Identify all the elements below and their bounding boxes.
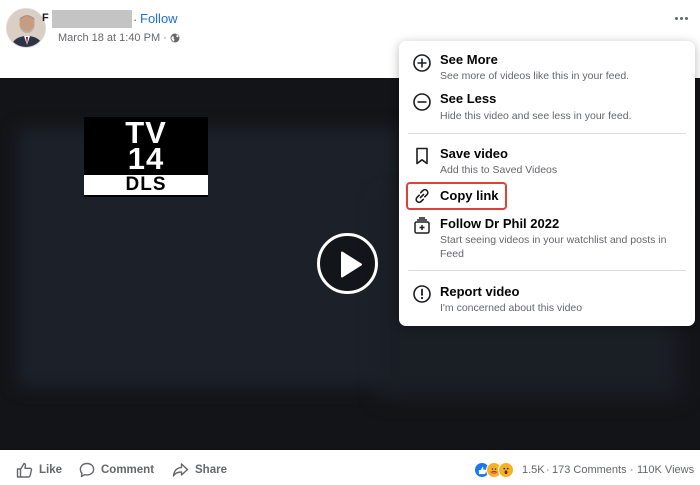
tv-rating-badge: TV 14 DLS <box>84 117 208 197</box>
minus-circle-icon <box>413 93 431 111</box>
menu-item-follow-page[interactable]: Follow Dr Phil 2022 Start seeing videos … <box>399 214 695 264</box>
play-button[interactable] <box>317 233 378 294</box>
menu-item-save-video[interactable]: Save video Add this to Saved Videos <box>399 144 695 180</box>
more-dot <box>679 16 683 20</box>
follow-button[interactable]: Follow <box>140 11 178 26</box>
menu-item-title: See Less <box>440 91 497 106</box>
post-options-menu: See More See more of videos like this in… <box>399 41 695 326</box>
menu-item-description: I'm concerned about this video <box>440 302 583 314</box>
rating-line-descriptors: DLS <box>84 175 208 195</box>
menu-item-title: Copy link <box>440 188 499 203</box>
views-count: 110K Views <box>637 464 695 476</box>
avatar[interactable] <box>6 8 46 48</box>
author-name-initial[interactable]: F <box>42 12 49 24</box>
more-dot <box>684 16 688 20</box>
share-icon <box>172 463 189 477</box>
menu-item-title: Save video <box>440 146 508 161</box>
menu-item-description: Start seeing videos in your watchlist an… <box>440 234 667 260</box>
reaction-icons[interactable] <box>474 462 514 478</box>
rating-line-number: 14 <box>127 141 165 176</box>
globe-icon[interactable] <box>170 33 180 43</box>
like-label: Like <box>39 464 63 476</box>
comment-button[interactable]: Comment <box>79 462 154 478</box>
reaction-count[interactable]: 1.5K <box>522 464 545 476</box>
avatar-image <box>7 9 45 47</box>
menu-item-copy-link[interactable]: Copy link <box>399 184 695 208</box>
thumbs-up-icon <box>16 462 33 478</box>
more-dot <box>674 16 678 20</box>
menu-item-report-video[interactable]: Report video I'm concerned about this vi… <box>399 282 695 318</box>
menu-item-title: See More <box>440 52 498 67</box>
more-options-button[interactable] <box>668 11 694 25</box>
menu-item-description: Add this to Saved Videos <box>440 164 558 176</box>
link-icon <box>415 188 429 204</box>
like-button[interactable]: Like <box>16 462 62 478</box>
report-icon <box>413 285 431 303</box>
follow-add-icon <box>414 217 430 234</box>
menu-item-title: Report video <box>440 284 520 299</box>
menu-item-title: Follow Dr Phil 2022 <box>440 216 560 231</box>
comments-count[interactable]: 173 Comments <box>552 464 627 476</box>
stat-separator: · <box>546 464 550 476</box>
menu-item-description: Hide this video and see less in your fee… <box>440 110 632 122</box>
menu-item-see-more[interactable]: See More See more of videos like this in… <box>399 51 695 91</box>
post-timestamp[interactable]: March 18 at 1:40 PM <box>58 32 160 44</box>
post-meta: March 18 at 1:40 PM · <box>58 32 180 44</box>
post-footer: Like Comment Share 1.5K · 173 Comments ·… <box>0 450 700 485</box>
comment-label: Comment <box>101 464 155 476</box>
wow-reaction-icon <box>498 462 514 478</box>
menu-divider <box>408 133 686 134</box>
meta-separator: · <box>163 32 167 44</box>
menu-item-see-less[interactable]: See Less Hide this video and see less in… <box>399 90 695 130</box>
menu-divider <box>408 270 686 271</box>
stat-separator: · <box>630 464 634 476</box>
bookmark-icon <box>416 147 428 165</box>
share-button[interactable]: Share <box>172 462 227 478</box>
comment-icon <box>79 462 95 478</box>
play-icon <box>341 251 362 278</box>
plus-circle-icon <box>413 54 431 72</box>
author-name-redacted <box>52 10 132 28</box>
follow-separator: · <box>133 12 138 27</box>
share-label: Share <box>195 464 227 476</box>
menu-item-description: See more of videos like this in your fee… <box>440 70 630 82</box>
